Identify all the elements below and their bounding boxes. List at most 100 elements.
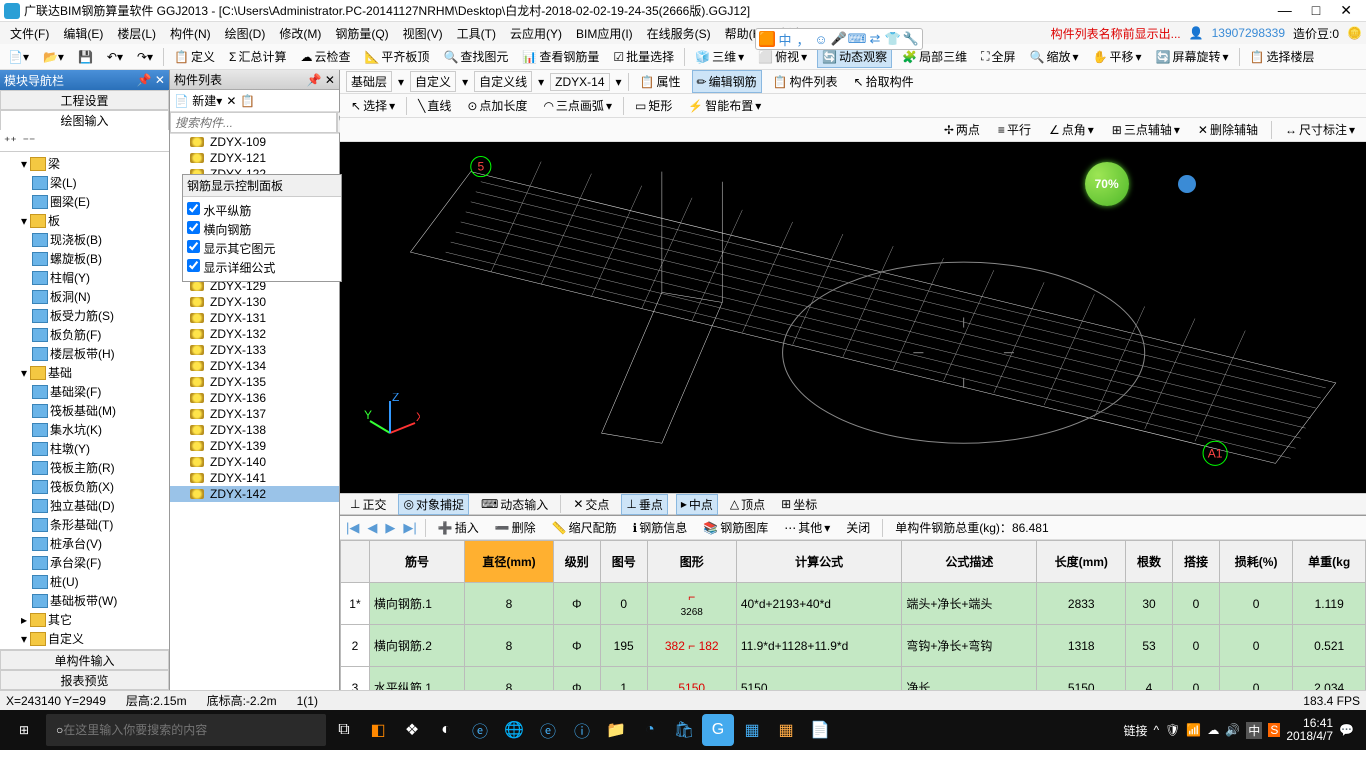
- layer-select[interactable]: 基础层: [346, 71, 392, 92]
- table-row[interactable]: 3水平纵筋.18Φ151505150净长51504002.034: [341, 667, 1366, 691]
- tab-project-settings[interactable]: 工程设置: [0, 90, 169, 110]
- tree-item[interactable]: ▾自定义: [2, 629, 167, 648]
- open-file-icon[interactable]: 📂▾: [39, 48, 68, 66]
- component-item[interactable]: ZDYX-138: [170, 422, 339, 438]
- menu-modify[interactable]: 修改(M): [273, 23, 327, 44]
- insert-row-button[interactable]: ➕ 插入: [434, 517, 483, 538]
- select-floor-button[interactable]: 📋 选择楼层: [1246, 46, 1319, 67]
- ime-skin-icon[interactable]: 👕: [885, 31, 901, 47]
- tray-guard-icon[interactable]: 🛡: [1165, 723, 1180, 737]
- sum-calc-button[interactable]: Σ 汇总计算: [225, 46, 290, 67]
- scale-rebar-button[interactable]: 📏 缩尺配筋: [548, 517, 621, 538]
- tree-item[interactable]: 板洞(N): [2, 287, 167, 306]
- menu-tools[interactable]: 工具(T): [451, 23, 502, 44]
- task-app-7[interactable]: ▦: [770, 714, 802, 746]
- tree-item[interactable]: 螺旋板(B): [2, 249, 167, 268]
- tree-item[interactable]: ▾梁: [2, 154, 167, 173]
- task-app-4[interactable]: 🌐: [498, 714, 530, 746]
- tree-item[interactable]: ▸其它: [2, 610, 167, 629]
- menu-bim[interactable]: BIM应用(I): [570, 23, 639, 44]
- taskbar-search-input[interactable]: [63, 723, 316, 737]
- rebar-check[interactable]: 显示详细公式: [187, 258, 337, 277]
- ime-settings-icon[interactable]: 🔧: [903, 31, 919, 47]
- copy-component-icon[interactable]: 📋: [240, 94, 255, 108]
- fullscreen-button[interactable]: ⛶ 全屏: [977, 46, 1019, 67]
- dimension-tool[interactable]: ↔ 尺寸标注▾: [1280, 118, 1360, 141]
- tree-item[interactable]: 基础板带(W): [2, 591, 167, 610]
- rebar-display-panel[interactable]: 钢筋显示控制面板 水平纵筋 横向钢筋 显示其它图元 显示详细公式: [182, 174, 342, 282]
- component-item[interactable]: ZDYX-134: [170, 358, 339, 374]
- intersect-snap[interactable]: ✕ 交点: [569, 495, 613, 514]
- ime-lang-icon[interactable]: 中: [777, 31, 793, 47]
- tree-item[interactable]: 桩承台(V): [2, 534, 167, 553]
- dyn-input-toggle[interactable]: ⌨ 动态输入: [477, 495, 552, 514]
- tray-cloud-icon[interactable]: ☁: [1207, 723, 1219, 737]
- tree-item[interactable]: 楼层板带(H): [2, 344, 167, 363]
- component-item[interactable]: ZDYX-139: [170, 438, 339, 454]
- store-icon[interactable]: 🛍: [668, 714, 700, 746]
- other-button[interactable]: ⋯ 其他▾: [780, 517, 834, 538]
- property-button[interactable]: 📋 属性: [635, 70, 686, 93]
- close-button[interactable]: ✕: [1340, 2, 1352, 19]
- menu-component[interactable]: 构件(N): [164, 23, 217, 44]
- tray-wifi-icon[interactable]: 📶: [1186, 723, 1201, 737]
- close-table-button[interactable]: 关闭: [842, 517, 874, 538]
- tree-item[interactable]: 独立基础(D): [2, 496, 167, 515]
- tree-item[interactable]: 基础梁(F): [2, 382, 167, 401]
- ime-mic-icon[interactable]: 🎤: [831, 31, 847, 47]
- two-point-axis[interactable]: ✢ 两点: [939, 118, 985, 141]
- point-length-tool[interactable]: ⊙ 点加长度: [462, 94, 532, 117]
- tray-ime1-icon[interactable]: 中: [1246, 722, 1262, 739]
- collapse-tree-icon[interactable]: ⁻⁻: [23, 134, 36, 148]
- custom-line-select[interactable]: 自定义线: [474, 71, 532, 92]
- last-row-button[interactable]: ▶|: [403, 520, 416, 536]
- notification-icon[interactable]: 💬: [1339, 723, 1354, 737]
- perf-toggle-icon[interactable]: [1178, 175, 1196, 193]
- menu-file[interactable]: 文件(F): [4, 23, 55, 44]
- task-view-icon[interactable]: ⧉: [328, 714, 360, 746]
- performance-widget[interactable]: 70% ↑ 0K/s ↓ 0K/s: [1085, 162, 1196, 206]
- save-icon[interactable]: 💾: [74, 48, 97, 66]
- glodon-icon[interactable]: G: [702, 714, 734, 746]
- midpoint-snap[interactable]: ▸ 中点: [676, 494, 718, 515]
- user-id[interactable]: 13907298339: [1212, 26, 1285, 40]
- menu-cloud[interactable]: 云应用(Y): [504, 23, 568, 44]
- menu-online[interactable]: 在线服务(S): [641, 23, 717, 44]
- component-item[interactable]: ZDYX-133: [170, 342, 339, 358]
- menu-view[interactable]: 视图(V): [397, 23, 449, 44]
- comp-list-button[interactable]: 📋 构件列表: [768, 70, 843, 93]
- component-item[interactable]: ZDYX-131: [170, 310, 339, 326]
- parallel-axis[interactable]: ≡ 平行: [993, 118, 1036, 141]
- menu-floor[interactable]: 楼层(L): [111, 23, 162, 44]
- ime-toolbar[interactable]: 🟧 中 ， ☺ 🎤 ⌨ ⇄ 👕 🔧: [755, 28, 923, 50]
- tree-item[interactable]: 承台梁(F): [2, 553, 167, 572]
- component-item[interactable]: ZDYX-136: [170, 390, 339, 406]
- redo-icon[interactable]: ↷▾: [133, 48, 157, 66]
- tree-item[interactable]: 现浇板(B): [2, 230, 167, 249]
- menu-draw[interactable]: 绘图(D): [219, 23, 272, 44]
- prev-row-button[interactable]: ◀: [367, 520, 377, 536]
- tree-item[interactable]: 筏板负筋(X): [2, 477, 167, 496]
- three-point-axis[interactable]: ⊞ 三点辅轴▾: [1107, 118, 1185, 141]
- define-button[interactable]: 📋 定义: [170, 46, 219, 67]
- table-row[interactable]: 2横向钢筋.28Φ195382 ⌐ 18211.9*d+1128+11.9*d弯…: [341, 625, 1366, 667]
- tree-item[interactable]: 板负筋(F): [2, 325, 167, 344]
- view-rebar-button[interactable]: 📊 查看钢筋量: [518, 46, 603, 67]
- cloud-check-button[interactable]: ☁ 云检查: [296, 46, 354, 67]
- rebar-check[interactable]: 水平纵筋: [187, 201, 337, 220]
- new-component-button[interactable]: 📄 新建▾: [174, 92, 222, 109]
- rect-tool[interactable]: ▭ 矩形: [630, 94, 677, 117]
- first-row-button[interactable]: |◀: [346, 520, 359, 536]
- tree-item[interactable]: 筏板主筋(R): [2, 458, 167, 477]
- ime-emoji-icon[interactable]: ☺: [813, 31, 829, 47]
- component-search-input[interactable]: [170, 112, 337, 133]
- coord-snap[interactable]: ⊞ 坐标: [777, 495, 821, 514]
- perf-circle[interactable]: 70%: [1085, 162, 1129, 206]
- credits[interactable]: 造价豆:0: [1293, 25, 1339, 42]
- 3d-viewport[interactable]: /*lines*/: [340, 142, 1366, 493]
- pan-button[interactable]: ✋ 平移▾: [1089, 46, 1146, 67]
- ime-punct-icon[interactable]: ，: [795, 31, 811, 47]
- tree-item[interactable]: ▾板: [2, 211, 167, 230]
- menu-edit[interactable]: 编辑(E): [57, 23, 109, 44]
- tree-item[interactable]: 柱帽(Y): [2, 268, 167, 287]
